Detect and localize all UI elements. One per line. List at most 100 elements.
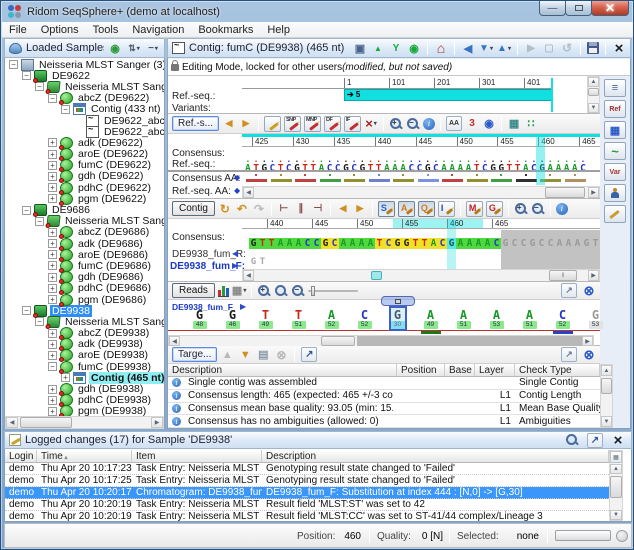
home-icon[interactable]: ⌂ — [434, 40, 448, 56]
zoom-out-icon[interactable]: − — [531, 202, 545, 216]
scroll-up-arrow[interactable]: ▲ — [601, 365, 612, 376]
tree-expander[interactable]: + — [48, 183, 57, 193]
close-icon[interactable]: × — [612, 40, 626, 57]
reference-base[interactable]: A — [522, 163, 530, 174]
consensus-base[interactable]: A — [357, 238, 366, 249]
tree-item[interactable]: + pdhC (DE9686) — [5, 282, 164, 296]
reference-base[interactable]: G — [293, 163, 301, 174]
column-header[interactable]: Time ▴ — [37, 450, 132, 462]
tree-expander[interactable]: − — [22, 205, 31, 215]
tree-item[interactable]: + abcZ (DE9938) — [5, 327, 164, 341]
capture-icon[interactable]: ▣ — [353, 41, 367, 55]
consensus-base[interactable]: G — [321, 238, 330, 249]
consensus-base[interactable]: C — [492, 238, 501, 249]
reference-base[interactable]: G — [342, 163, 350, 174]
check-row[interactable]: i Single contig was assembled Single Conti… — [168, 377, 600, 390]
consensus-base[interactable]: T — [411, 238, 420, 249]
reference-base[interactable]: A — [571, 163, 579, 174]
tree-hscrollbar[interactable]: ◀ ▶ — [5, 416, 164, 429]
trace-base-call[interactable]: T — [293, 308, 305, 322]
toolbar-del-pencil-icon[interactable]: DF — [324, 115, 342, 132]
column-header[interactable]: Item — [132, 450, 262, 462]
trace-base-call[interactable]: A — [524, 308, 536, 322]
scroll-right-arrow[interactable]: ▶ — [588, 270, 599, 281]
scroll-left-arrow[interactable]: ◀ — [6, 417, 18, 428]
column-config-button[interactable]: ▦ — [610, 451, 622, 463]
scroll-down-arrow[interactable]: ▼ — [610, 510, 622, 520]
contig-hscrollbar[interactable]: ◀ ▶ ⫴ — [242, 269, 600, 281]
tree-expander[interactable]: + — [48, 250, 57, 260]
scroll-thumb[interactable] — [588, 88, 599, 96]
tree-item[interactable]: + pdhC (DE9938) — [5, 394, 164, 408]
trace-base-call[interactable]: G — [590, 308, 602, 322]
scroll-thumb[interactable]: ⫴ — [549, 270, 577, 281]
menu-item-bookmarks[interactable]: Bookmarks — [191, 23, 260, 37]
minimize-button[interactable]: — — [539, 1, 566, 16]
scroll-down-arrow[interactable]: ▼ — [601, 416, 612, 427]
tree-item[interactable]: − DE9622 — [5, 69, 164, 83]
reference-base[interactable]: A — [546, 163, 554, 174]
trace-icon[interactable] — [217, 285, 229, 297]
tree-item[interactable]: + adk (DE9686) — [5, 237, 164, 251]
zoom-out-icon[interactable]: − — [406, 117, 420, 131]
reference-base[interactable]: G — [424, 163, 432, 174]
trace-base-call[interactable]: C — [359, 308, 371, 322]
next-diff-icon[interactable]: ▶ — [353, 202, 367, 216]
down-nav-icon[interactable]: ▼ ▾ — [479, 41, 493, 55]
zoom-slider[interactable] — [308, 285, 359, 297]
reference-base[interactable]: C — [350, 163, 358, 174]
column-header[interactable]: Description — [168, 364, 397, 376]
scroll-thumb[interactable] — [601, 378, 612, 394]
consensus-base[interactable]: T — [375, 238, 384, 249]
reference-base[interactable]: C — [326, 163, 334, 174]
scroll-up-arrow[interactable]: ▲ — [610, 464, 622, 474]
toolbar-insert-toggle-icon[interactable]: I — [437, 200, 455, 217]
tree-expander[interactable]: − — [35, 216, 44, 226]
tree-expander[interactable]: − — [9, 60, 18, 70]
tree-expander[interactable]: − — [22, 306, 31, 316]
reference-base[interactable]: T — [301, 163, 309, 174]
reference-base[interactable]: G — [260, 163, 268, 174]
log-row[interactable]: demo Thu Apr 20 10:20:19 CE... Task Entry:… — [5, 511, 609, 521]
tree-expander[interactable]: + — [48, 239, 57, 249]
consensus-base[interactable]: T — [420, 238, 429, 249]
tree-item[interactable]: − Contig (433 nt) — [5, 103, 164, 116]
reference-base[interactable]: G — [497, 163, 505, 174]
aa-icon[interactable]: AA — [446, 116, 463, 131]
reference-base[interactable]: A — [563, 163, 571, 174]
zoom-in-icon[interactable]: + — [257, 284, 271, 298]
reference-base[interactable]: A — [317, 163, 325, 174]
tree-expander[interactable]: + — [61, 373, 70, 383]
tree-expander[interactable]: + — [48, 138, 57, 148]
consensus-base[interactable]: A — [294, 238, 303, 249]
tree-item[interactable]: + gdh (DE9622) — [5, 170, 164, 184]
reads-dock-icon[interactable] — [604, 184, 626, 202]
reference-base[interactable]: T — [309, 163, 317, 174]
scroll-thumb[interactable] — [20, 417, 72, 428]
reference-base[interactable]: C — [407, 163, 415, 174]
column-header[interactable]: Position — [397, 364, 445, 376]
tree-expander[interactable]: + — [48, 384, 57, 394]
tree-item[interactable]: + aroE (DE9938) — [5, 349, 164, 363]
check-row[interactable]: i Consensus mean base quality: 93.05 (min… — [168, 402, 600, 416]
layers-icon[interactable]: ▤ — [256, 348, 270, 362]
close-button[interactable]: ✕ — [591, 1, 629, 16]
reference-base[interactable]: A — [464, 163, 472, 174]
reference-base[interactable]: C — [334, 163, 342, 174]
tree-item[interactable]: + gdh (DE9938) — [5, 383, 164, 397]
scroll-right-arrow[interactable]: ▶ — [588, 187, 599, 198]
scroll-thumb[interactable] — [545, 187, 585, 198]
down-arrow-icon[interactable]: ▼ — [238, 348, 252, 362]
tree-item[interactable]: + pgm (DE9622) — [5, 192, 164, 206]
checks-vscrollbar[interactable]: ▲ ▼ — [600, 364, 613, 428]
consensus-base[interactable]: A — [474, 238, 483, 249]
popout-icon[interactable]: ↗ — [561, 283, 577, 298]
matrix-icon[interactable]: ▦ — [507, 117, 521, 131]
reference-base[interactable]: A — [554, 163, 562, 174]
tree-expander[interactable]: + — [48, 160, 57, 170]
tree-expander[interactable]: + — [48, 339, 57, 349]
stop-codon-icon[interactable]: 3 — [465, 117, 479, 131]
consensus-base[interactable]: C — [303, 238, 312, 249]
reassemble-icon[interactable]: ↻ — [218, 202, 232, 216]
reference-base[interactable]: C — [268, 163, 276, 174]
